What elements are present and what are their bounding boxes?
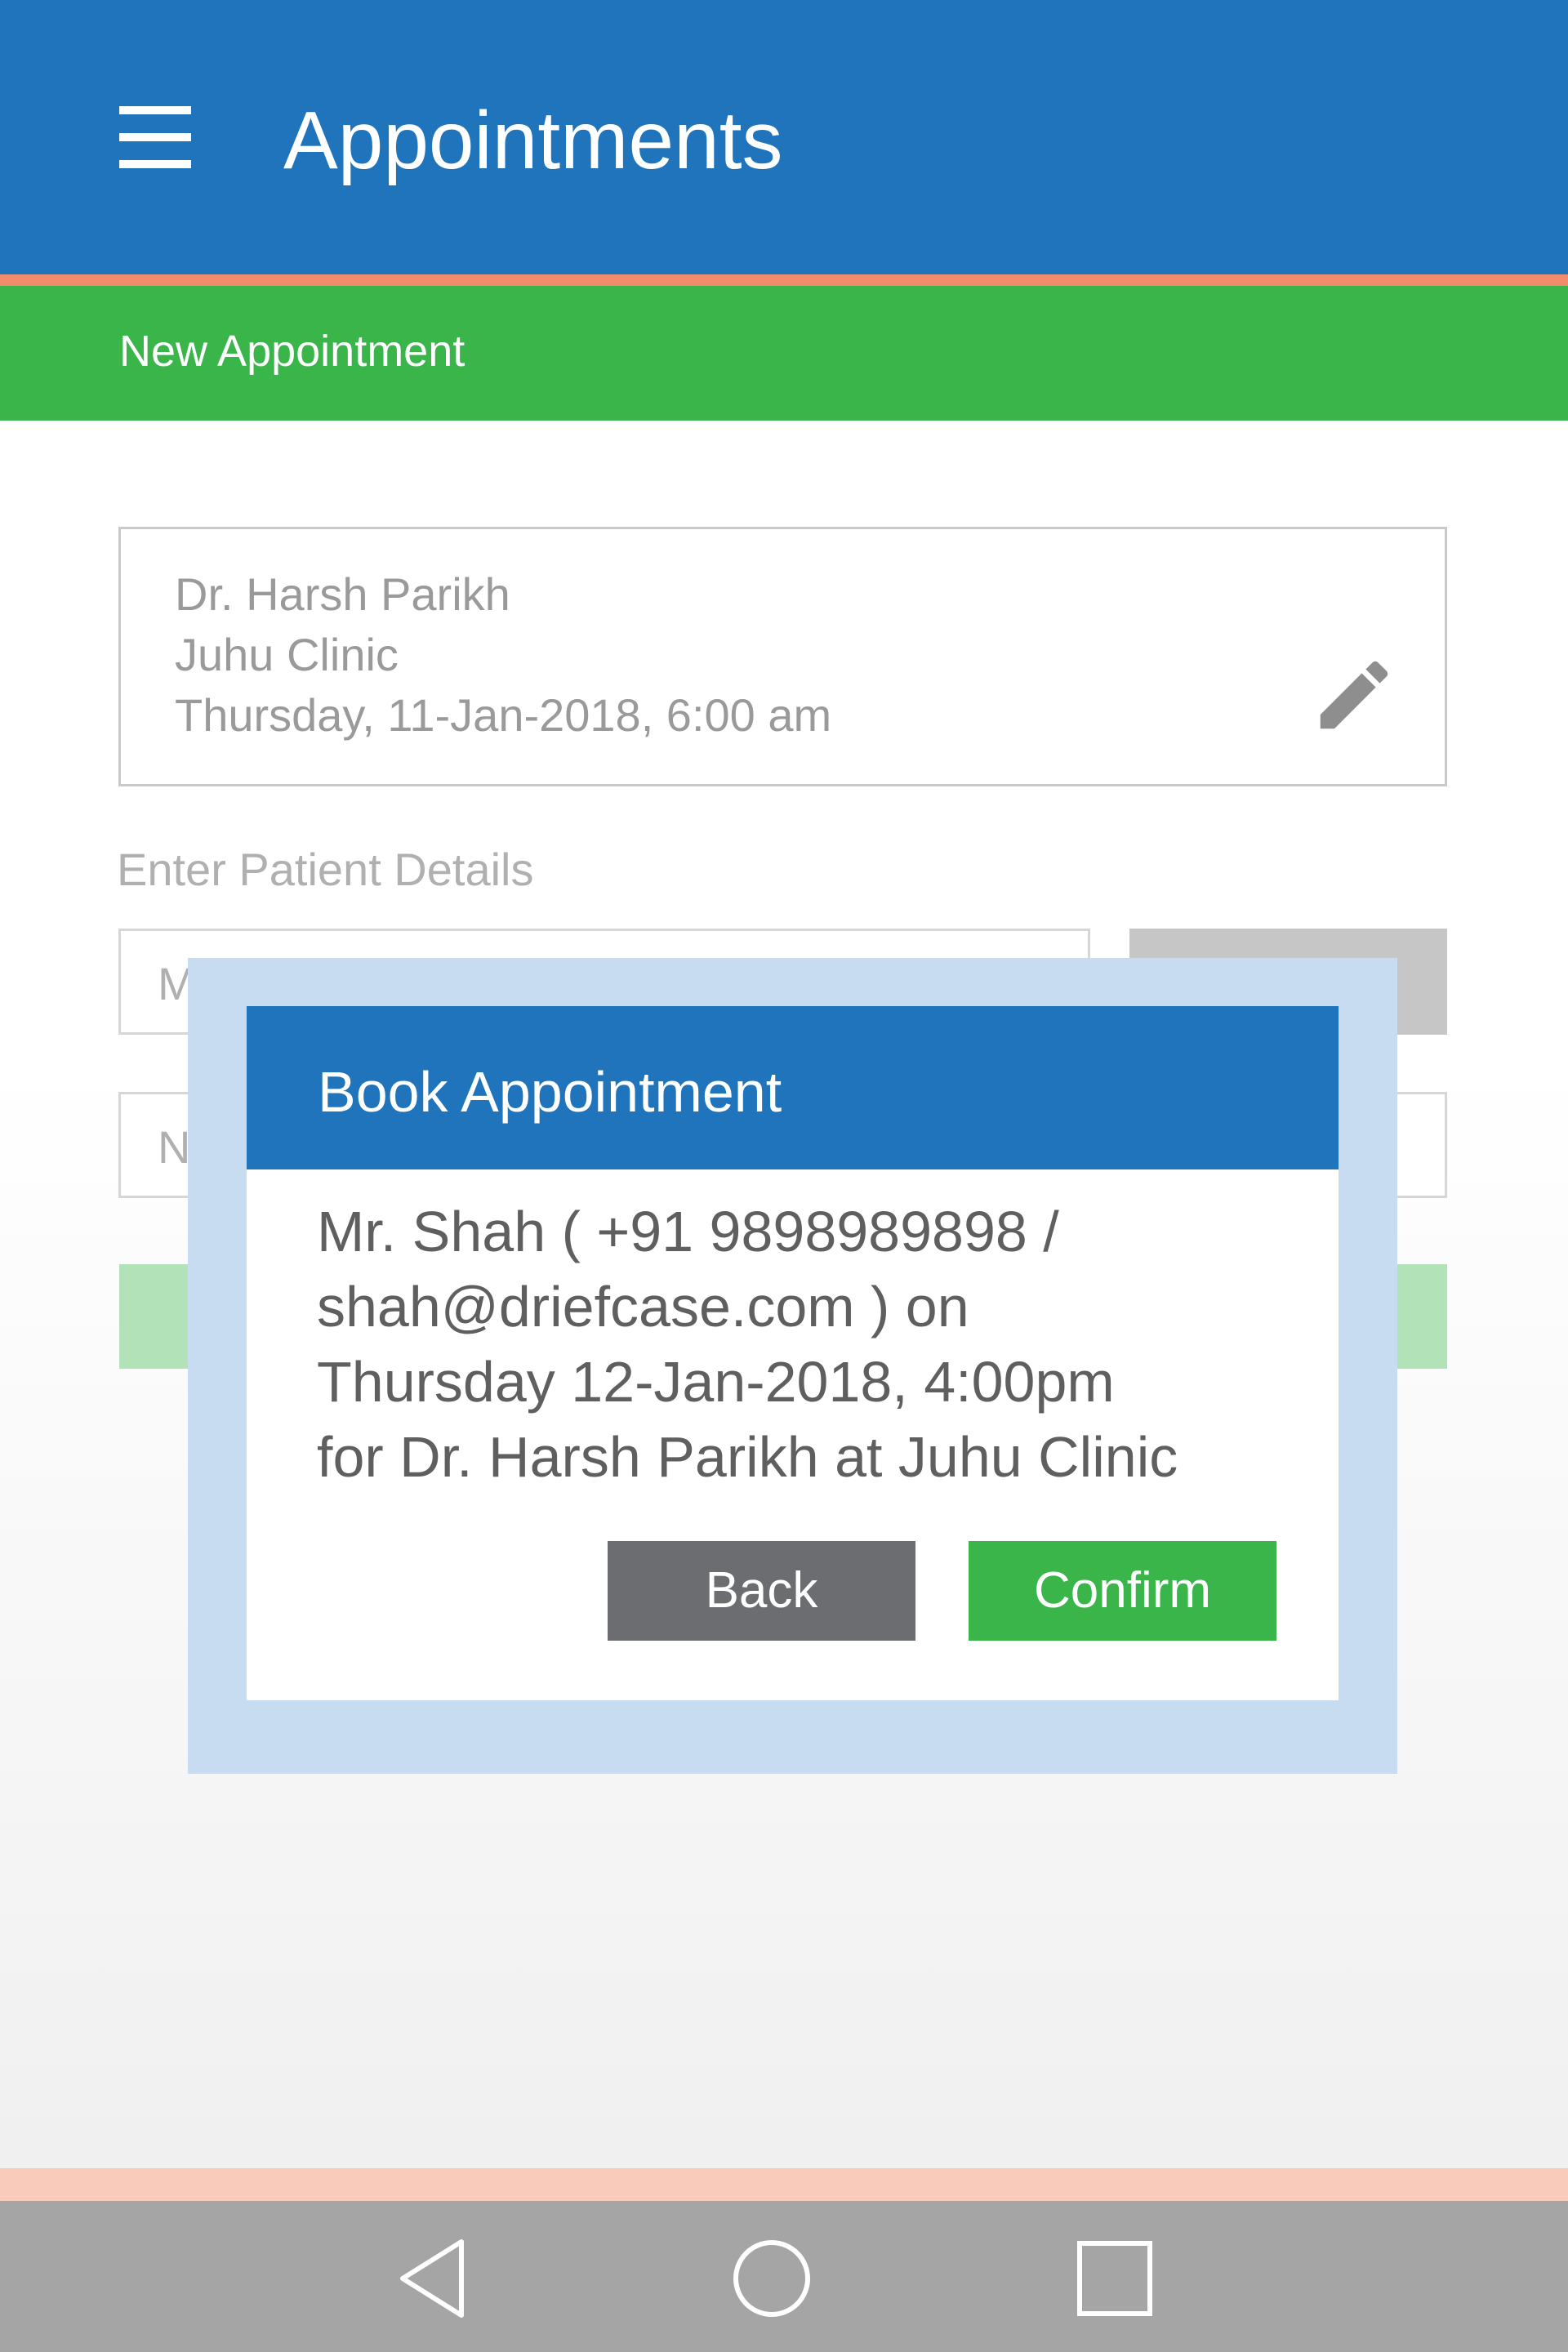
dialog-title: Book Appointment <box>318 1060 782 1124</box>
system-navigation-bar <box>0 2201 1568 2352</box>
confirm-button[interactable]: Confirm <box>969 1541 1276 1641</box>
dialog-message: Mr. Shah ( +91 9898989898 / shah@driefca… <box>317 1194 1313 1494</box>
back-button[interactable]: Back <box>608 1541 915 1641</box>
page-title: Appointments <box>283 95 783 186</box>
square-recents-icon[interactable] <box>1070 2234 1160 2323</box>
patient-details-label: Enter Patient Details <box>117 844 534 895</box>
bottom-accent-line <box>0 2168 1568 2201</box>
summary-datetime: Thursday, 11-Jan-2018, 6:00 am <box>175 689 832 741</box>
appointment-summary-card: Dr. Harsh Parikh Juhu Clinic Thursday, 1… <box>118 527 1447 786</box>
pencil-icon[interactable] <box>1309 650 1399 740</box>
header-accent-line <box>0 274 1568 286</box>
name-field-hint: N <box>158 1121 191 1173</box>
summary-doctor: Dr. Harsh Parikh <box>175 568 510 620</box>
dialog-message-line: Thursday 12-Jan-2018, 4:00pm <box>317 1350 1115 1414</box>
triangle-back-icon[interactable] <box>388 2234 478 2323</box>
book-appointment-dialog: Book Appointment Mr. Shah ( +91 98989898… <box>247 1006 1339 1700</box>
sub-header-title: New Appointment <box>119 327 466 376</box>
hamburger-menu-icon[interactable] <box>119 106 191 168</box>
summary-clinic: Juhu Clinic <box>175 629 399 680</box>
app-bar: Appointments <box>0 0 1568 274</box>
dialog-message-line: for Dr. Harsh Parikh at Juhu Clinic <box>317 1425 1178 1489</box>
dialog-message-line: shah@driefcase.com ) on <box>317 1275 969 1339</box>
dialog-message-line: Mr. Shah ( +91 9898989898 / <box>317 1200 1059 1263</box>
circle-home-icon[interactable] <box>727 2234 817 2323</box>
dialog-header: Book Appointment <box>247 1006 1339 1169</box>
